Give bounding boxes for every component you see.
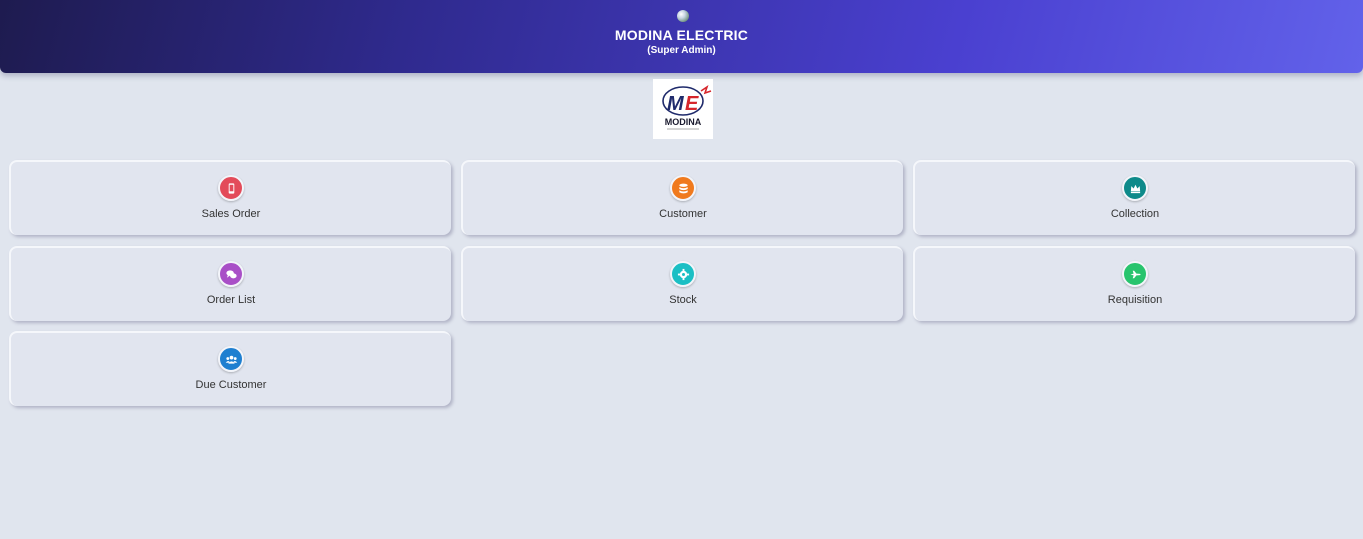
- tile-label: Customer: [659, 208, 707, 220]
- app-header: MODINA ELECTRIC (Super Admin): [0, 0, 1363, 73]
- tile-label: Sales Order: [201, 208, 261, 220]
- users-icon: [218, 346, 244, 372]
- tile-collection[interactable]: Collection: [913, 160, 1355, 235]
- logo-text: MODINA: [665, 117, 702, 127]
- crown-icon: [1122, 175, 1148, 201]
- svg-text:E: E: [685, 93, 699, 115]
- svg-text:M: M: [667, 93, 685, 115]
- tile-label: Collection: [1110, 208, 1160, 220]
- tile-requisition[interactable]: Requisition: [913, 246, 1355, 321]
- mobile-icon: [218, 175, 244, 201]
- user-role: (Super Admin): [647, 45, 716, 56]
- globe-icon: [677, 10, 689, 22]
- company-logo: M E MODINA: [653, 79, 713, 139]
- tile-customer[interactable]: Customer: [461, 160, 903, 235]
- plane-icon: [1122, 261, 1148, 287]
- tile-label: Stock: [669, 294, 697, 306]
- chat-bubbles-icon: [218, 261, 244, 287]
- tile-sales-order[interactable]: Sales Order: [9, 160, 451, 235]
- tile-due-customer[interactable]: Due Customer: [9, 331, 451, 406]
- tile-stock[interactable]: Stock: [461, 246, 903, 321]
- database-icon: [670, 175, 696, 201]
- app-title: MODINA ELECTRIC: [614, 27, 749, 43]
- tile-label: Due Customer: [195, 379, 267, 391]
- tile-label: Requisition: [1107, 294, 1163, 306]
- tile-label: Order List: [206, 294, 256, 306]
- tile-order-list[interactable]: Order List: [9, 246, 451, 321]
- gear-icon: [670, 261, 696, 287]
